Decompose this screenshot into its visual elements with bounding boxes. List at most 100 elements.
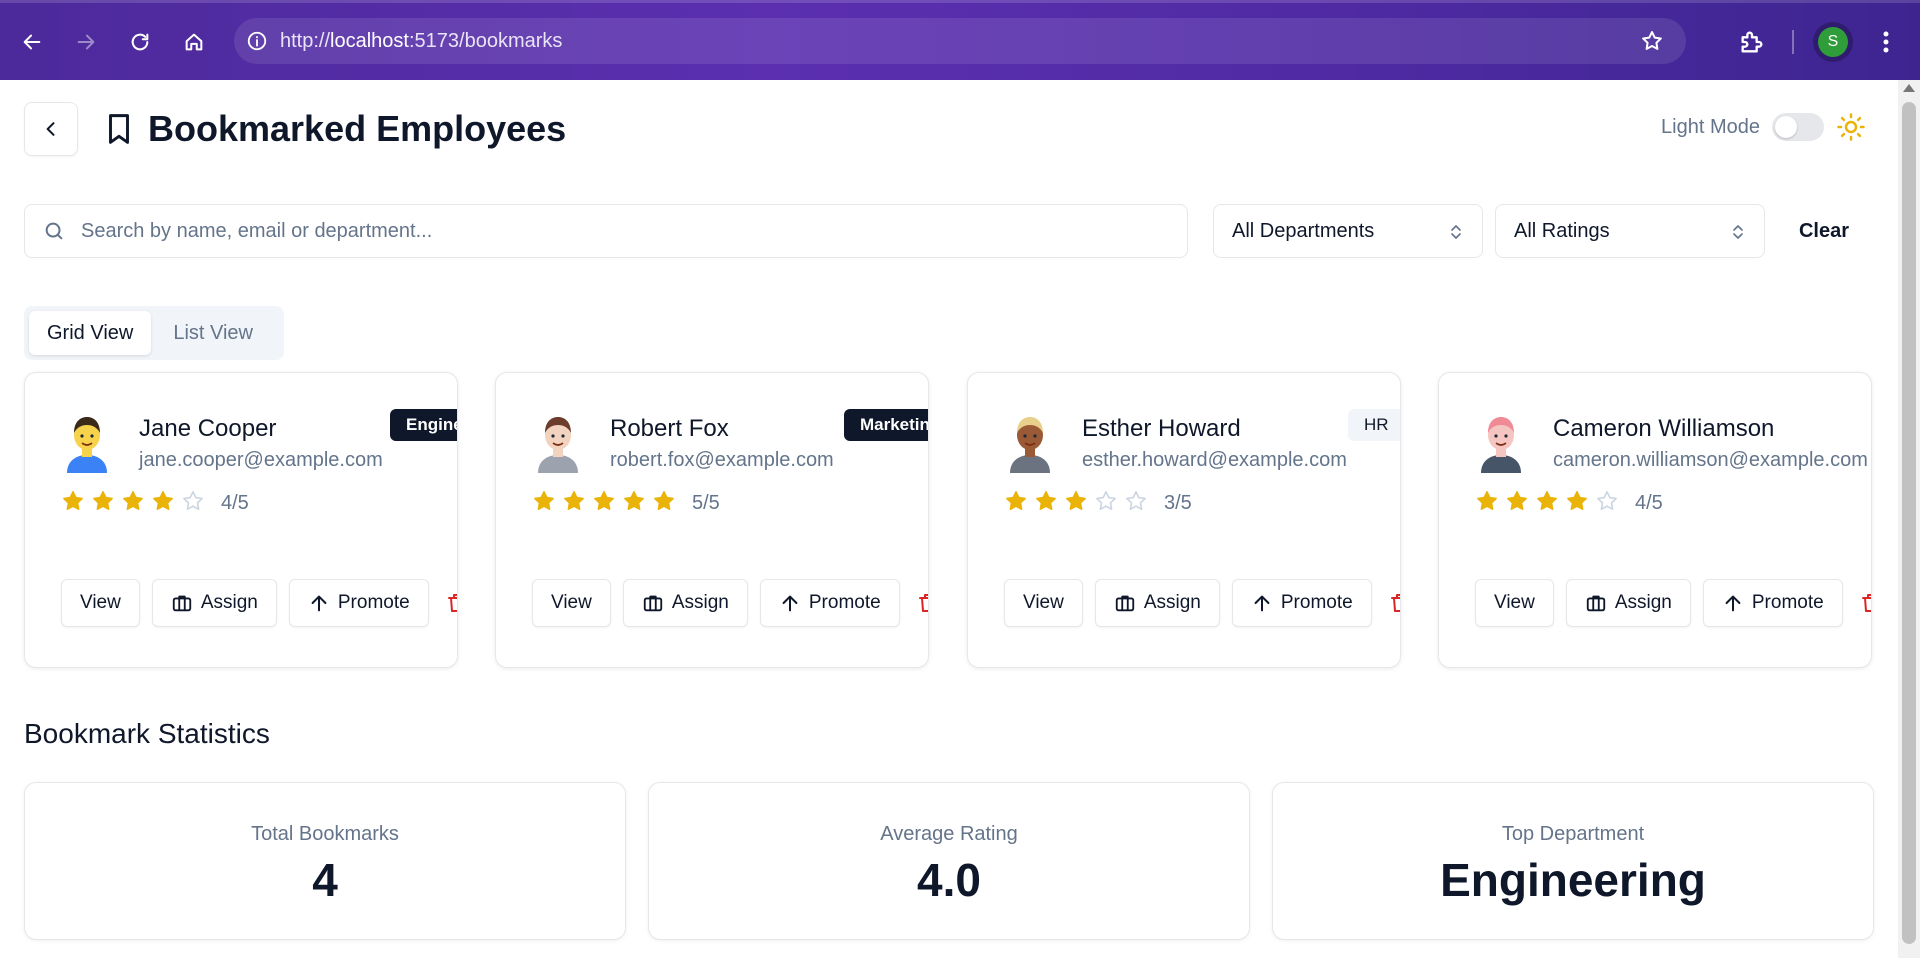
sun-icon <box>1837 113 1865 141</box>
toolbar-divider <box>1792 30 1794 54</box>
assign-button[interactable]: Assign <box>1565 579 1691 627</box>
profile-avatar[interactable]: S <box>1818 27 1848 57</box>
view-label: View <box>80 592 121 613</box>
assign-label: Assign <box>671 592 729 613</box>
star-filled-icon <box>1505 489 1529 518</box>
star-filled-icon <box>1034 489 1058 518</box>
rating-text: 4/5 <box>1635 492 1663 514</box>
assign-button[interactable]: Assign <box>151 579 277 627</box>
star-filled-icon <box>652 489 676 518</box>
tab-strip <box>0 0 1920 3</box>
search-box[interactable] <box>24 204 1188 258</box>
arrow-up-icon <box>782 595 798 612</box>
department-select-value: All Departments <box>1232 219 1375 242</box>
select-caret-icon <box>1451 225 1461 239</box>
search-input[interactable] <box>81 219 1161 243</box>
promote-button[interactable]: Promote <box>1231 579 1372 627</box>
view-button[interactable]: View <box>1004 579 1083 627</box>
star-empty-icon <box>181 489 205 518</box>
promote-label: Promote <box>337 592 410 613</box>
trash-icon[interactable] <box>916 591 929 615</box>
tab-list-view[interactable]: List View <box>155 311 271 355</box>
star-empty-icon <box>1094 489 1118 518</box>
assign-button[interactable]: Assign <box>1094 579 1220 627</box>
stat-value: 4.0 <box>917 854 981 906</box>
forward-arrow-icon[interactable] <box>70 26 102 58</box>
chevron-left-icon <box>46 122 55 136</box>
stat-top-department: Top Department Engineering <box>1272 782 1874 940</box>
select-caret-icon <box>1733 225 1743 239</box>
home-icon[interactable] <box>178 26 210 58</box>
assign-label: Assign <box>1614 592 1672 613</box>
back-button[interactable] <box>24 102 78 156</box>
arrow-up-icon <box>311 595 327 612</box>
star-filled-icon <box>562 489 586 518</box>
view-button[interactable]: View <box>532 579 611 627</box>
rating-stars: 5/5 <box>532 489 720 518</box>
star-filled-icon <box>1565 489 1589 518</box>
rating-text: 5/5 <box>692 492 720 514</box>
theme-switch: Light Mode <box>1661 112 1866 142</box>
stat-label: Average Rating <box>880 823 1018 845</box>
card-actions: View Assign Promote <box>1004 579 1401 627</box>
employee-avatar <box>67 417 107 473</box>
view-label: View <box>1494 592 1535 613</box>
department-badge: HR <box>1348 409 1400 441</box>
trash-icon[interactable] <box>1388 591 1401 615</box>
bookmark-icon <box>109 114 129 144</box>
star-filled-icon <box>622 489 646 518</box>
view-button[interactable]: View <box>61 579 140 627</box>
site-info-icon[interactable] <box>234 18 280 64</box>
promote-button[interactable]: Promote <box>288 579 429 627</box>
stat-value: Engineering <box>1440 854 1706 906</box>
address-bar[interactable]: http://localhost:5173/bookmarks <box>234 18 1686 64</box>
reload-icon[interactable] <box>124 26 156 58</box>
trash-icon[interactable] <box>1859 591 1872 615</box>
stat-label: Total Bookmarks <box>251 823 399 845</box>
star-filled-icon <box>121 489 145 518</box>
promote-label: Promote <box>1280 592 1353 613</box>
star-empty-icon <box>1124 489 1148 518</box>
view-toggle: Grid View List View <box>24 306 284 360</box>
page-header: Bookmarked Employees <box>104 108 566 150</box>
tab-grid-view[interactable]: Grid View <box>29 311 152 355</box>
view-button[interactable]: View <box>1475 579 1554 627</box>
star-filled-icon <box>61 489 85 518</box>
star-empty-icon <box>1595 489 1619 518</box>
employee-card: Cameron Williamson cameron.williamson@exa… <box>1438 372 1872 668</box>
rating-stars: 3/5 <box>1004 489 1192 518</box>
stat-label: Top Department <box>1501 823 1645 845</box>
extensions-icon[interactable] <box>1738 28 1766 56</box>
arrow-up-icon <box>1725 595 1741 612</box>
star-filled-icon <box>1475 489 1499 518</box>
card-actions: View Assign Promote <box>532 579 929 627</box>
rating-text: 3/5 <box>1164 492 1192 514</box>
scrollbar-thumb[interactable] <box>1902 102 1916 944</box>
theme-toggle[interactable] <box>1772 113 1824 141</box>
briefcase-icon <box>643 595 663 612</box>
page-scrollbar[interactable] <box>1898 80 1920 958</box>
promote-button[interactable]: Promote <box>759 579 900 627</box>
scroll-up-arrow-icon[interactable] <box>1903 84 1915 92</box>
assign-button[interactable]: Assign <box>622 579 748 627</box>
bookmark-star-icon[interactable] <box>1640 29 1664 53</box>
department-badge: Marketing <box>844 409 928 441</box>
department-select[interactable]: All Departments <box>1213 204 1483 258</box>
browser-menu-icon[interactable] <box>1876 28 1896 56</box>
star-filled-icon <box>1535 489 1559 518</box>
employee-card: Jane Cooper jane.cooper@example.com Engine… <box>24 372 458 668</box>
rating-select[interactable]: All Ratings <box>1495 204 1765 258</box>
briefcase-icon <box>1115 595 1135 612</box>
star-filled-icon <box>1064 489 1088 518</box>
employee-name: Robert Fox <box>610 415 729 442</box>
employee-name: Esther Howard <box>1082 415 1241 442</box>
promote-button[interactable]: Promote <box>1702 579 1843 627</box>
employee-avatar <box>538 417 578 473</box>
trash-icon[interactable] <box>445 591 458 615</box>
rating-select-value: All Ratings <box>1514 219 1610 242</box>
clear-button[interactable]: Clear <box>1774 204 1874 258</box>
back-arrow-icon[interactable] <box>16 26 48 58</box>
rating-stars: 4/5 <box>61 489 249 518</box>
arrow-up-icon <box>1254 595 1270 612</box>
promote-label: Promote <box>1751 592 1824 613</box>
